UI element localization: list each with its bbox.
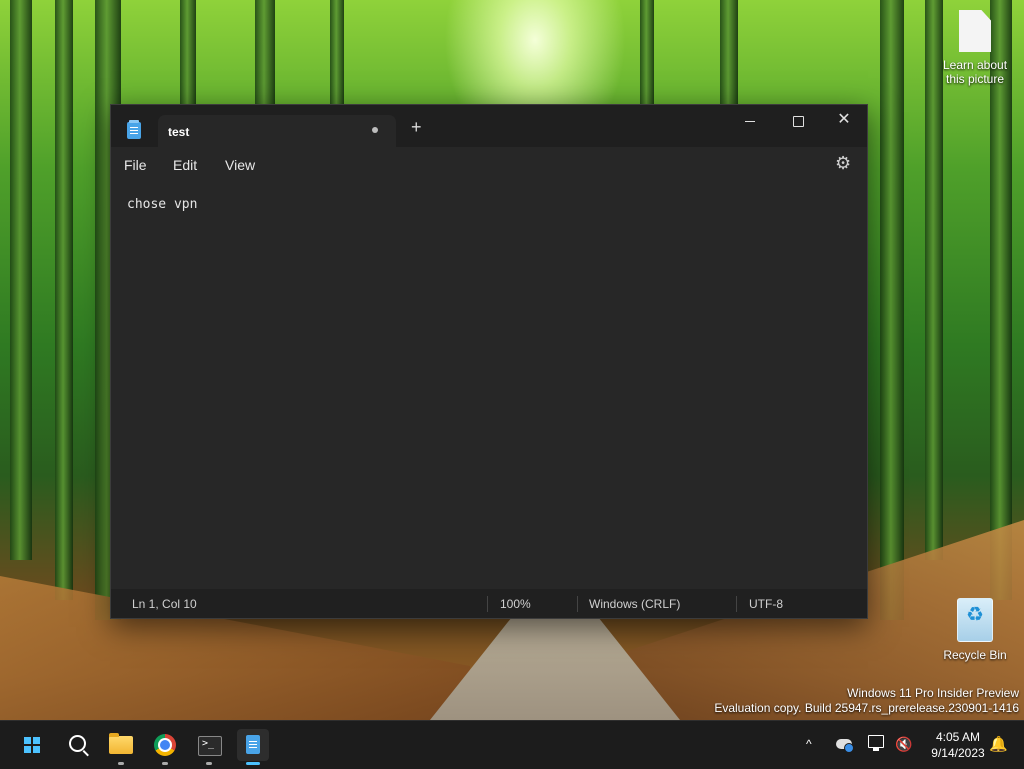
- unsaved-dot-icon[interactable]: [372, 127, 378, 133]
- status-divider: [487, 596, 488, 612]
- desktop-icon-label: Recycle Bin: [943, 648, 1007, 662]
- active-indicator: [246, 762, 260, 765]
- running-indicator: [162, 762, 168, 765]
- desktop-icon-learn-about-picture[interactable]: Learn about this picture: [935, 10, 1015, 86]
- search-button[interactable]: [62, 729, 94, 761]
- title-bar[interactable]: test + ✕: [111, 105, 867, 147]
- volume-muted-icon[interactable]: 🔇: [895, 736, 912, 753]
- line-ending[interactable]: Windows (CRLF): [589, 597, 680, 611]
- terminal-button[interactable]: [193, 729, 225, 765]
- zoom-level[interactable]: 100%: [500, 597, 531, 611]
- search-icon: [69, 735, 86, 752]
- recycle-bin-icon: [957, 598, 993, 642]
- file-explorer-icon: [109, 733, 133, 754]
- onedrive-cloud-icon[interactable]: [836, 739, 854, 753]
- minimize-icon: [745, 120, 755, 122]
- file-icon: [959, 10, 991, 52]
- menu-bar: File Edit View ⚙: [111, 147, 867, 183]
- menu-view[interactable]: View: [225, 157, 255, 173]
- tab-title: test: [168, 125, 190, 139]
- new-tab-button[interactable]: +: [411, 118, 422, 136]
- maximize-icon: [792, 115, 804, 127]
- notification-bell-icon[interactable]: 🔔: [989, 735, 1008, 753]
- terminal-icon: [198, 736, 222, 756]
- chrome-button[interactable]: [149, 729, 181, 765]
- evaluation-watermark: Windows 11 Pro Insider Preview Evaluatio…: [714, 686, 1019, 716]
- clock-time: 4:05 AM: [935, 730, 981, 744]
- start-button[interactable]: [16, 729, 48, 761]
- clock[interactable]: 4:05 AM 9/14/2023: [920, 729, 996, 761]
- watermark-line-2: Evaluation copy. Build 25947.rs_prerelea…: [714, 701, 1019, 715]
- notepad-icon: [127, 120, 141, 139]
- editor-content[interactable]: chose vpn: [127, 197, 197, 212]
- running-indicator: [206, 762, 212, 765]
- settings-gear-icon[interactable]: ⚙: [835, 153, 851, 174]
- watermark-line-1: Windows 11 Pro Insider Preview: [847, 686, 1019, 700]
- desktop-icon-recycle-bin[interactable]: Recycle Bin: [935, 598, 1015, 662]
- maximize-button[interactable]: [775, 105, 821, 135]
- status-divider: [736, 596, 737, 612]
- chrome-icon: [154, 734, 176, 756]
- minimize-button[interactable]: [727, 105, 773, 135]
- running-indicator: [118, 762, 124, 765]
- status-bar: Ln 1, Col 10 100% Windows (CRLF) UTF-8: [111, 589, 867, 618]
- desktop-icon-label: Learn about this picture: [942, 58, 1008, 86]
- close-button[interactable]: ✕: [821, 105, 867, 135]
- file-explorer-button[interactable]: [105, 729, 137, 765]
- start-icon: [24, 737, 40, 753]
- notepad-icon: [246, 735, 260, 754]
- tab-test[interactable]: test: [158, 115, 396, 147]
- encoding[interactable]: UTF-8: [749, 597, 783, 611]
- menu-file[interactable]: File: [124, 157, 147, 173]
- cursor-position[interactable]: Ln 1, Col 10: [132, 597, 197, 611]
- taskbar: ^ 🔇 4:05 AM 9/14/2023 🔔: [0, 720, 1024, 769]
- show-hidden-icons-chevron-icon[interactable]: ^: [806, 737, 812, 751]
- menu-edit[interactable]: Edit: [173, 157, 197, 173]
- text-editor[interactable]: chose vpn: [111, 183, 867, 585]
- clock-date: 9/14/2023: [931, 746, 985, 760]
- notepad-window: test + ✕ File Edit View ⚙ chose vpn Ln 1…: [110, 104, 868, 619]
- notepad-taskbar-button[interactable]: [237, 729, 269, 765]
- network-icon[interactable]: [868, 735, 884, 751]
- status-divider: [577, 596, 578, 612]
